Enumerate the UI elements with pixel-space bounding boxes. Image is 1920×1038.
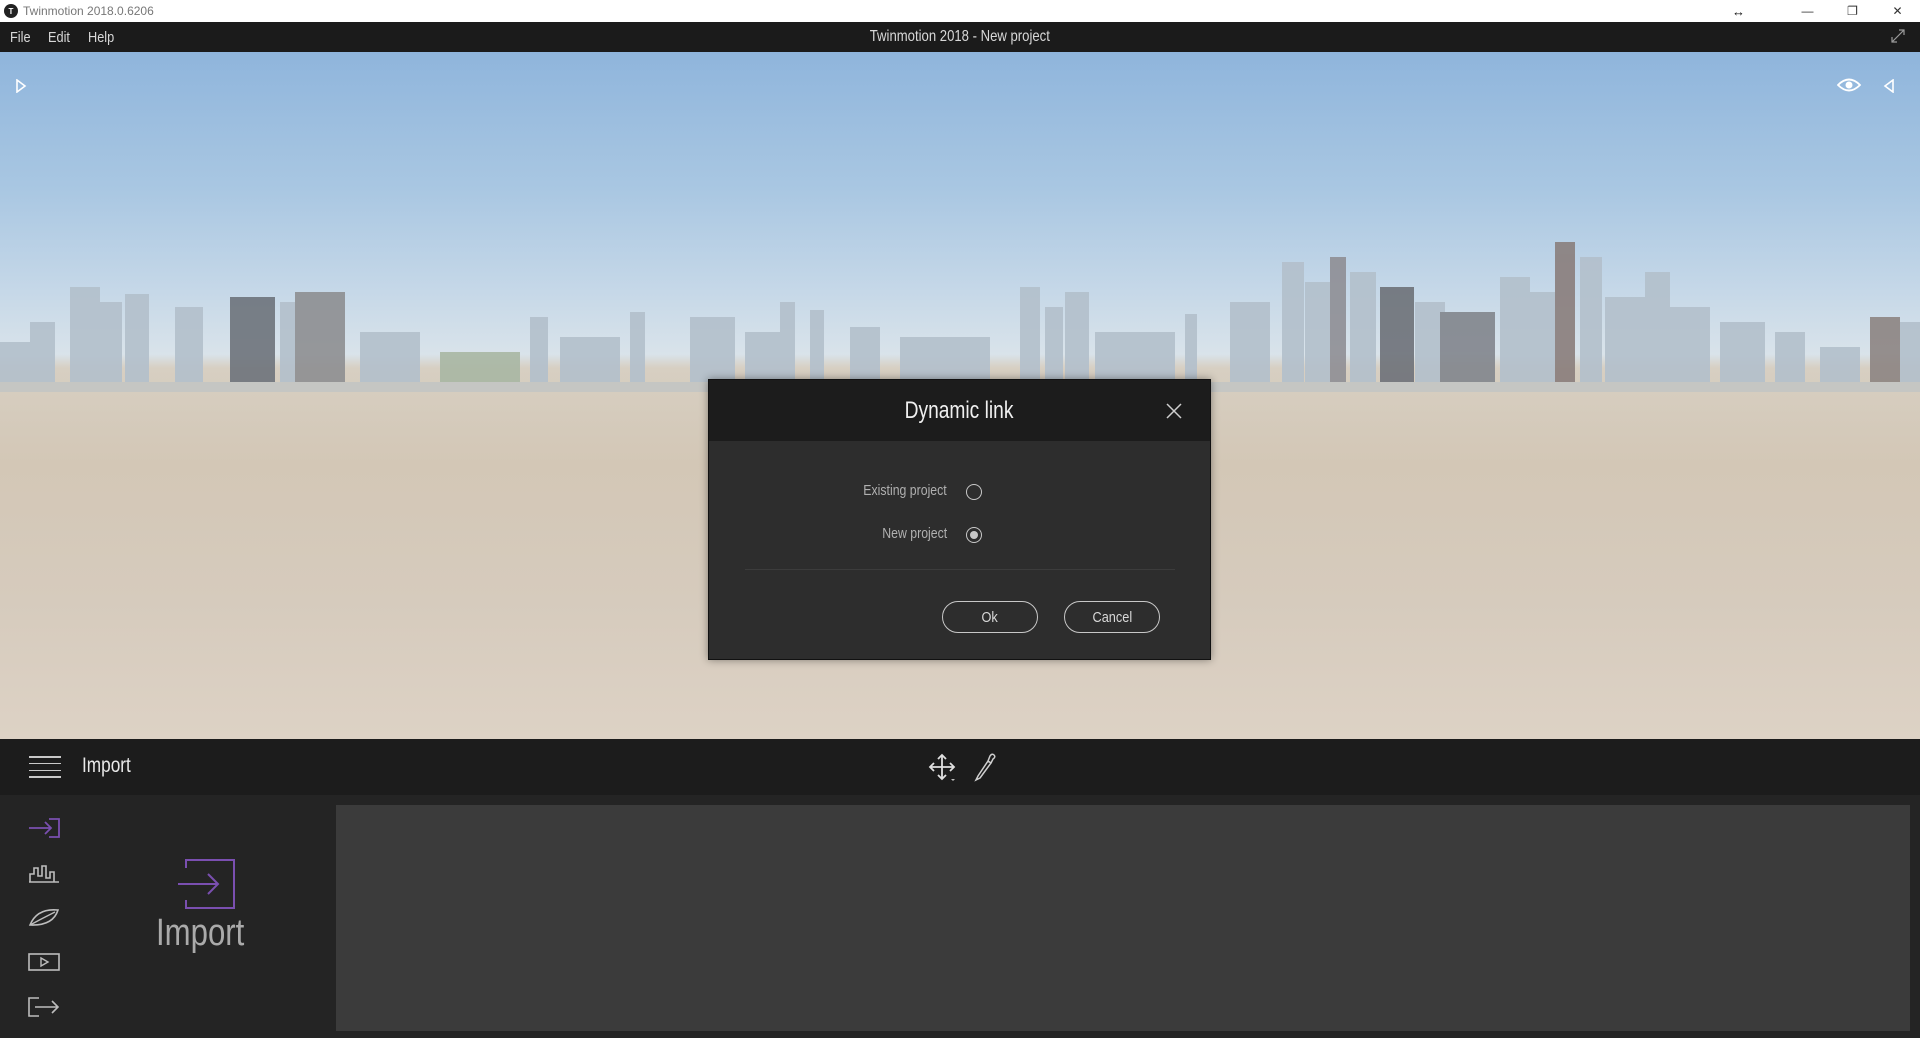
option-new-project[interactable]: New project: [709, 522, 1212, 546]
section-heading: Import: [150, 858, 270, 968]
panel-header: Import: [0, 739, 1920, 795]
new-project-label: New project: [882, 525, 947, 542]
window-titlebar: T Twinmotion 2018.0.6206 ↔ — ❐ ✕: [0, 0, 1920, 22]
resize-arrows-icon[interactable]: ↔: [1732, 0, 1745, 22]
collapse-right-panel-icon[interactable]: [1880, 77, 1898, 95]
document-title: Twinmotion 2018 - New project: [869, 28, 1051, 45]
fullscreen-icon[interactable]: [1890, 28, 1906, 44]
cancel-button[interactable]: Cancel: [1064, 601, 1160, 633]
import-icon[interactable]: [26, 814, 62, 842]
close-window-button[interactable]: ✕: [1875, 0, 1920, 22]
landscape-icon[interactable]: [26, 859, 62, 887]
dialog-divider: [745, 569, 1175, 570]
menu-bar: Twinmotion 2018 - New project File Edit …: [0, 22, 1920, 52]
panel-title: Import: [82, 754, 131, 777]
existing-project-radio[interactable]: [966, 484, 982, 500]
menu-file[interactable]: File: [10, 29, 31, 46]
media-icon[interactable]: [26, 948, 62, 976]
city-skyline-image: [0, 242, 1920, 392]
window-title: Twinmotion 2018.0.6206: [23, 4, 154, 18]
eye-icon[interactable]: [1836, 76, 1862, 94]
section-title: Import: [156, 912, 245, 954]
app-logo-icon: T: [4, 4, 18, 18]
import-panel: Import: [0, 795, 1920, 1038]
eyedropper-icon[interactable]: [968, 750, 1002, 784]
dynamic-link-dialog: Dynamic link Existing project New projec…: [708, 379, 1211, 660]
import-content-area[interactable]: [336, 805, 1910, 1031]
menu-help[interactable]: Help: [88, 29, 114, 46]
move-gizmo-icon[interactable]: [925, 750, 959, 784]
dialog-header: Dynamic link: [709, 380, 1210, 441]
hamburger-menu-icon[interactable]: [29, 756, 61, 778]
ok-button[interactable]: Ok: [942, 601, 1038, 633]
new-project-radio[interactable]: [966, 527, 982, 543]
close-icon[interactable]: [1164, 401, 1184, 421]
export-icon[interactable]: [26, 993, 62, 1021]
import-large-icon: [178, 859, 235, 909]
restore-button[interactable]: ❐: [1830, 0, 1875, 22]
leaf-icon[interactable]: [26, 903, 62, 931]
menu-edit[interactable]: Edit: [48, 29, 70, 46]
expand-left-panel-icon[interactable]: [12, 77, 30, 95]
minimize-button[interactable]: —: [1785, 0, 1830, 22]
dialog-title: Dynamic link: [905, 396, 1014, 424]
existing-project-label: Existing project: [863, 482, 947, 499]
option-existing-project[interactable]: Existing project: [709, 479, 1212, 503]
